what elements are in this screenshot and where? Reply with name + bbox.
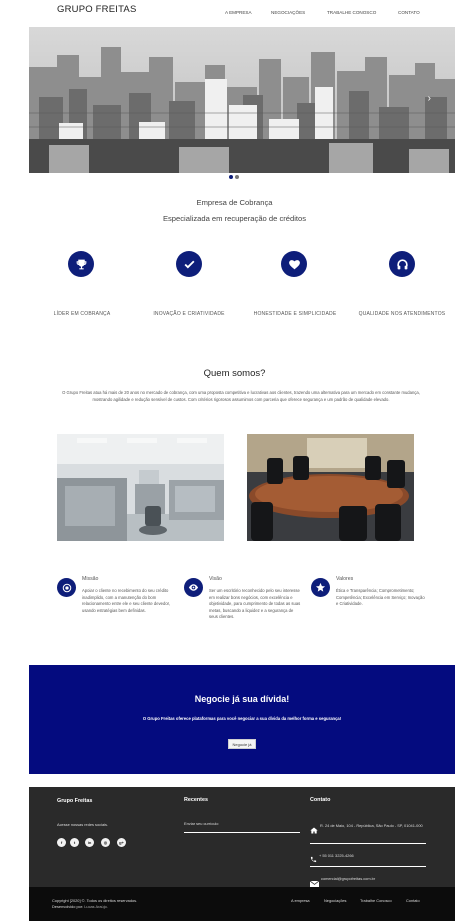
footer-email[interactable]: comercial@grupofreitas.com.br xyxy=(321,876,375,881)
feature-label-qualidade: QUALIDADE NOS ATENDIMENTOS xyxy=(358,311,446,317)
about-text: O Grupo Freitas atua há mais de 20 anos … xyxy=(62,390,420,402)
intro-line-1: Empresa de Cobrança xyxy=(196,198,273,207)
carousel-indicators xyxy=(229,175,241,180)
mission-title: Missão xyxy=(82,576,99,582)
footer-divider xyxy=(310,866,426,867)
negotiate-banner: Negocie já sua dívida! O Grupo Freitas o… xyxy=(29,665,455,774)
intro-line-2: Especializada em recuperação de créditos xyxy=(162,214,307,223)
negotiate-button[interactable]: Negocie já xyxy=(228,739,256,749)
twitter-icon[interactable]: t xyxy=(70,838,79,847)
bottom-bar: Copyright [2020] ©. Todos os direitos re… xyxy=(29,887,455,921)
values-text: Ética e Transparência; Comprometimento; … xyxy=(336,588,425,606)
carousel-dot-1[interactable] xyxy=(229,175,233,179)
footer-follow-text: Acesse nossas redes sociais. xyxy=(57,822,109,827)
carousel-dot-2[interactable] xyxy=(235,175,239,179)
footer-divider xyxy=(184,832,300,833)
target-icon xyxy=(57,578,76,597)
bottom-link-trabalhe-conosco[interactable]: Trabalhe Conosco xyxy=(360,898,392,903)
mission-text: Apoiar o cliente no recebimento do seu c… xyxy=(82,588,170,613)
vision-text: Ser um escritório reconhecido pelo seu i… xyxy=(209,588,301,619)
facebook-icon[interactable]: f xyxy=(57,838,66,847)
bottom-link-negociacoes[interactable]: Negociações xyxy=(324,898,347,903)
bottom-link-contato[interactable]: Contato xyxy=(406,898,420,903)
chevron-right-icon[interactable]: › xyxy=(428,93,431,104)
site-footer: Grupo Freitas Acesse nossas redes sociai… xyxy=(29,787,455,887)
cta-title: Negocie já sua dívida! xyxy=(194,694,290,704)
site-header: GRUPO FREITAS A EMPRESA NEGOCIAÇÕES TRAB… xyxy=(0,0,469,27)
office-photo xyxy=(57,434,224,541)
footer-contact-title: Contato xyxy=(310,797,331,803)
cta-subtitle: O Grupo Freitas oferece plataformas para… xyxy=(142,716,342,721)
trophy-icon xyxy=(68,251,94,277)
copyright-block: Copyright [2020] ©. Todos os direitos re… xyxy=(52,898,137,910)
footer-address: R. 24 de Maio, 104 - República, São Paul… xyxy=(320,823,423,828)
heart-icon xyxy=(281,251,307,277)
footer-recent-link[interactable]: Enviar seu currículo xyxy=(184,821,218,826)
headset-icon xyxy=(389,251,415,277)
check-icon xyxy=(176,251,202,277)
footer-brand: Grupo Freitas xyxy=(57,798,93,804)
feature-label-honestidade: HONESTIDADE E SIMPLICIDADE xyxy=(253,311,337,317)
footer-divider xyxy=(310,843,426,844)
nav-negociacoes[interactable]: NEGOCIAÇÕES xyxy=(271,10,305,15)
linkedin-icon[interactable]: in xyxy=(85,838,94,847)
city-skyline-photo xyxy=(29,27,455,173)
brand-logo[interactable]: GRUPO FREITAS xyxy=(57,4,137,15)
nav-contato[interactable]: CONTATO xyxy=(398,10,420,15)
developer-name: Lucas Araújo. xyxy=(84,904,108,910)
bottom-link-a-empresa[interactable]: A empresa xyxy=(291,898,310,903)
hero-carousel[interactable]: › xyxy=(29,27,455,173)
vision-title: Visão xyxy=(209,576,222,582)
google-plus-icon[interactable]: g+ xyxy=(117,838,126,847)
feature-label-inovacao: INOVAÇÃO E CRIATIVIDADE xyxy=(153,311,225,317)
feature-label-lider: LÍDER EM COBRANÇA xyxy=(53,311,111,317)
nav-trabalhe-conosco[interactable]: TRABALHE CONOSCO xyxy=(327,10,376,15)
meeting-room-photo xyxy=(247,434,414,541)
eye-icon xyxy=(184,578,203,597)
star-icon xyxy=(311,578,330,597)
footer-recent-title: Recentes xyxy=(184,797,208,803)
nav-a-empresa[interactable]: A EMPRESA xyxy=(225,10,252,15)
values-title: Valores xyxy=(336,576,354,582)
footer-phone: + 55 011 3225-4266 xyxy=(319,853,354,858)
instagram-icon[interactable]: ◎ xyxy=(101,838,110,847)
developed-label: Desenvolvido por: xyxy=(52,904,84,910)
about-title: Quem somos? xyxy=(203,368,266,379)
